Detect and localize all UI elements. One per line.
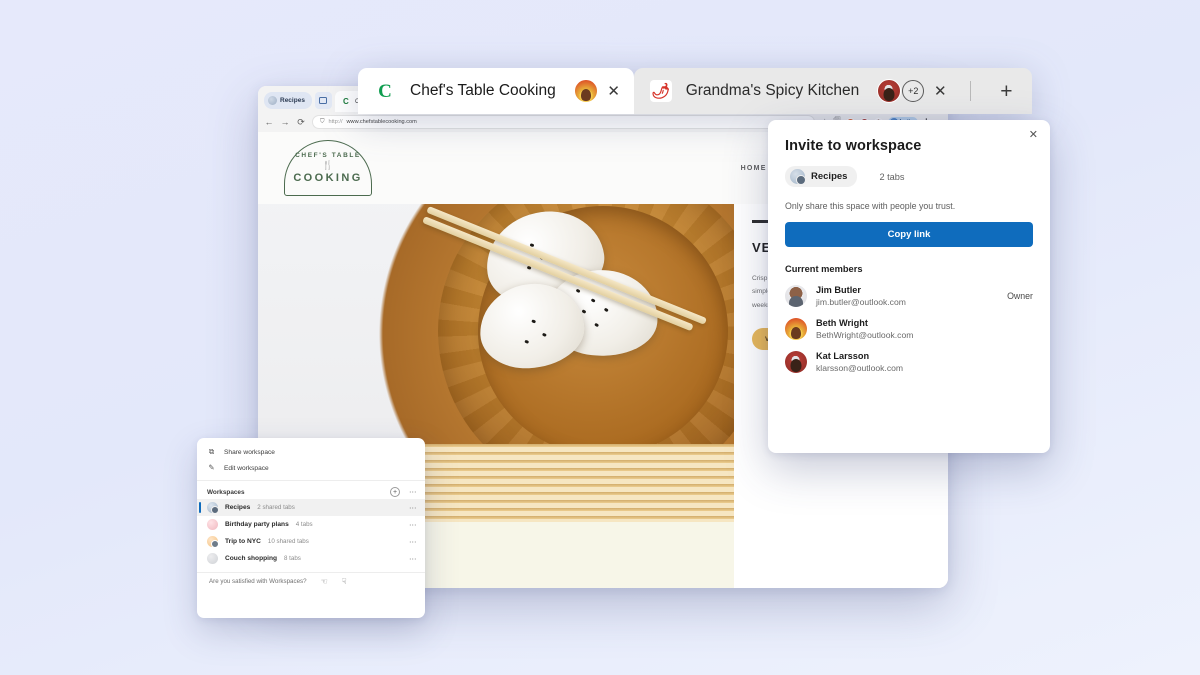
tab-title: Chef's Table Cooking [410, 82, 556, 99]
workspaces-menu: ⧉ Share workspace ✎ Edit workspace Works… [197, 438, 425, 618]
crossed-utensils-icon: 🍴 [322, 160, 334, 170]
more-icon[interactable]: ⋯ [409, 555, 417, 563]
site-logo[interactable]: CHEF'S TABLE 🍴 COOKING [284, 140, 372, 196]
floating-tab-strip: C Chef's Table Cooking ✕ 🌶 Grandma's Spi… [358, 68, 1032, 114]
workspace-pill[interactable]: Recipes [264, 92, 312, 109]
member-email: klarsson@outlook.com [816, 363, 904, 373]
share-workspace-icon: ⧉ [208, 447, 215, 457]
tab-title: Grandma's Spicy Kitchen [685, 82, 860, 99]
share-warning-text: Only share this space with people you tr… [785, 201, 956, 211]
close-icon[interactable]: ✕ [607, 84, 621, 99]
letter-c-favicon: C [342, 96, 349, 106]
logo-line-1: CHEF'S TABLE [295, 152, 361, 159]
workspace-icon [207, 519, 218, 530]
tab-manager-icon[interactable] [314, 92, 332, 109]
workspace-name: Recipes [225, 504, 251, 511]
avatar-beth[interactable] [573, 79, 598, 103]
workspace-icon [207, 502, 219, 514]
workspace-item-recipes[interactable]: Recipes 2 shared tabs ⋯ [197, 499, 425, 516]
workspace-pill-label: Recipes [280, 97, 305, 104]
workspace-name: Couch shopping [225, 555, 278, 562]
thumbs-up-icon[interactable]: ☜ [321, 577, 328, 586]
member-name: Kat Larsson [816, 351, 870, 361]
invite-to-workspace-panel: ✕ Invite to workspace Recipes 2 tabs Onl… [768, 120, 1050, 453]
tab-chefs-table-cooking[interactable]: C Chef's Table Cooking ✕ [358, 68, 634, 114]
avatar-overflow-badge[interactable]: +2 [902, 80, 925, 102]
workspace-name: Birthday party plans [225, 521, 289, 528]
workspace-people-icon [268, 96, 277, 105]
more-icon[interactable]: ⋯ [409, 488, 417, 496]
workspace-item-trip-to-nyc[interactable]: Trip to NYC 10 shared tabs ⋯ [197, 533, 425, 550]
workspace-item-birthday-party-plans[interactable]: Birthday party plans 4 tabs ⋯ [197, 516, 425, 533]
address-bar[interactable]: ⛉ http://www.chefstablecooking.com [312, 115, 816, 129]
nav-link-home[interactable]: HOME [741, 165, 767, 172]
member-row[interactable]: Jim Butler jim.butler@outlook.com Owner [785, 285, 1033, 307]
new-tab-icon[interactable]: + [994, 81, 1018, 102]
logo-line-2: COOKING [293, 172, 363, 184]
feedback-question: Are you satisfied with Workspaces? [209, 578, 307, 585]
avatar [785, 351, 807, 373]
more-icon[interactable]: ⋯ [409, 504, 417, 512]
menu-item-label: Share workspace [224, 448, 275, 456]
workspace-name: Trip to NYC [225, 538, 261, 545]
close-icon[interactable]: ✕ [933, 84, 947, 99]
workspace-tab-count: 10 shared tabs [267, 538, 309, 545]
member-role: Owner [1007, 291, 1033, 301]
workspace-icon [207, 553, 218, 564]
section-title: Workspaces [207, 488, 245, 496]
close-icon[interactable]: ✕ [1029, 130, 1038, 141]
workspace-tab-count: 8 tabs [284, 555, 301, 562]
workspace-icon [207, 536, 219, 548]
workspace-item-couch-shopping[interactable]: Couch shopping 8 tabs ⋯ [197, 550, 425, 567]
chili-pepper-favicon: 🌶 [649, 80, 672, 102]
workspace-tab-count: 2 shared tabs [257, 504, 295, 511]
shield-icon: ⛉ [320, 118, 325, 125]
pencil-icon: ✎ [208, 463, 215, 473]
current-members-heading: Current members [785, 264, 863, 274]
workspace-people-icon [790, 169, 806, 185]
workspaces-section-header: Workspaces + ⋯ [197, 485, 425, 499]
copy-link-button[interactable]: Copy link [785, 222, 1033, 247]
menu-item-label: Edit workspace [224, 464, 269, 472]
panel-title: Invite to workspace [785, 138, 922, 154]
workspace-chip[interactable]: Recipes [785, 166, 858, 187]
avatar-kat[interactable] [877, 79, 902, 103]
member-row[interactable]: Kat Larsson klarsson@outlook.com [785, 351, 1033, 373]
workspace-tab-count: 2 tabs [879, 171, 905, 182]
menu-item-edit-workspace[interactable]: ✎ Edit workspace [197, 460, 425, 476]
tab-grandmas-spicy-kitchen[interactable]: 🌶 Grandma's Spicy Kitchen +2 ✕ + [633, 68, 1032, 114]
workspace-name: Recipes [811, 171, 848, 182]
menu-divider [197, 480, 425, 481]
avatar [785, 285, 807, 307]
letter-c-favicon: C [378, 80, 392, 102]
workspace-tab-count: 4 tabs [295, 521, 313, 528]
forward-icon[interactable]: → [280, 117, 290, 127]
menu-item-share-workspace[interactable]: ⧉ Share workspace [197, 444, 425, 460]
member-email: jim.butler@outlook.com [816, 297, 906, 307]
member-email: BethWright@outlook.com [816, 330, 914, 340]
workspace-summary-row: Recipes 2 tabs [785, 166, 1033, 187]
avatar [785, 318, 807, 340]
more-icon[interactable]: ⋯ [409, 521, 417, 529]
thumbs-down-icon[interactable]: ☟ [342, 577, 347, 586]
url-host: www.chefstablecooking.com [346, 119, 417, 125]
tab-divider [970, 81, 972, 101]
member-name: Beth Wright [816, 318, 868, 328]
back-icon[interactable]: ← [264, 117, 274, 127]
refresh-icon[interactable]: ⟳ [296, 117, 306, 127]
more-icon[interactable]: ⋯ [409, 538, 417, 546]
url-scheme: http:// [328, 119, 343, 125]
member-row[interactable]: Beth Wright BethWright@outlook.com [785, 318, 1033, 340]
member-name: Jim Butler [816, 285, 861, 295]
add-workspace-icon[interactable]: + [390, 487, 400, 497]
feedback-row: Are you satisfied with Workspaces? ☜ ☟ [197, 572, 425, 590]
